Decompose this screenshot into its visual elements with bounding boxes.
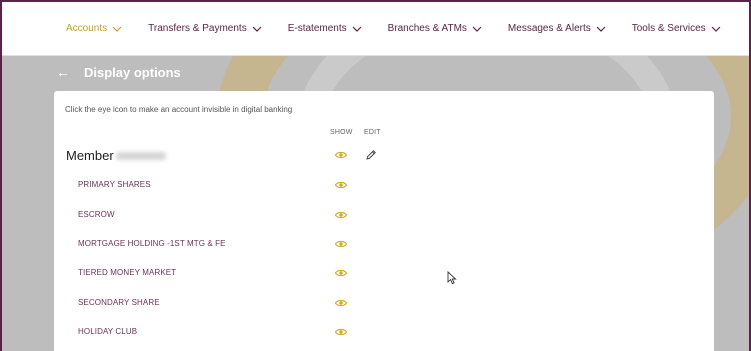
nav-estatements-label: E-statements bbox=[287, 23, 347, 34]
nav-messages-alerts[interactable]: Messages & Alerts bbox=[508, 23, 606, 34]
nav-branches-atms[interactable]: Branches & ATMs bbox=[388, 23, 482, 34]
redacted-member-number bbox=[116, 152, 166, 160]
pencil-icon[interactable] bbox=[365, 149, 377, 161]
account-name: ESCROW bbox=[78, 210, 115, 219]
show-column-header: SHOW bbox=[330, 129, 353, 136]
eye-icon[interactable] bbox=[334, 178, 348, 192]
mouse-cursor-icon bbox=[447, 271, 457, 285]
eye-icon[interactable] bbox=[334, 148, 348, 162]
nav-transfers-payments[interactable]: Transfers & Payments bbox=[148, 23, 262, 34]
nav-transfers-payments-label: Transfers & Payments bbox=[148, 23, 247, 34]
edit-column-header: EDIT bbox=[364, 129, 381, 136]
account-row-tiered-money-market: TIERED MONEY MARKET bbox=[54, 266, 714, 282]
back-arrow-icon[interactable]: ← bbox=[56, 64, 70, 80]
account-row-primary-shares: PRIMARY SHARES bbox=[54, 178, 714, 194]
top-navigation: Accounts Transfers & Payments E-statemen… bbox=[2, 2, 749, 56]
chevron-down-icon bbox=[472, 26, 482, 32]
account-name: HOLIDAY CLUB bbox=[78, 327, 138, 336]
nav-branches-atms-label: Branches & ATMs bbox=[387, 23, 467, 34]
chevron-down-icon bbox=[252, 26, 262, 32]
account-row-escrow: ESCROW bbox=[54, 208, 714, 224]
eye-icon[interactable] bbox=[334, 325, 348, 339]
nav-accounts[interactable]: Accounts bbox=[66, 23, 122, 34]
eye-icon[interactable] bbox=[334, 237, 348, 251]
account-name: SECONDARY SHARE bbox=[78, 298, 160, 307]
nav-tools-services[interactable]: Tools & Services bbox=[632, 23, 721, 34]
instructions-text: Click the eye icon to make an account in… bbox=[65, 105, 293, 114]
chevron-down-icon bbox=[711, 26, 721, 32]
page-title: Display options bbox=[84, 64, 181, 80]
account-row-mortgage-holding: MORTGAGE HOLDING -1ST MTG & FE bbox=[54, 237, 714, 253]
account-row-secondary-share: SECONDARY SHARE bbox=[54, 296, 714, 312]
chevron-down-icon bbox=[112, 26, 122, 32]
app-frame: Accounts Transfers & Payments E-statemen… bbox=[0, 0, 751, 351]
eye-icon[interactable] bbox=[334, 296, 348, 310]
eye-icon[interactable] bbox=[334, 266, 348, 280]
page-header: ← Display options bbox=[56, 64, 181, 80]
nav-estatements[interactable]: E-statements bbox=[288, 23, 362, 34]
member-heading: Member bbox=[66, 148, 114, 163]
account-row-holiday-club: HOLIDAY CLUB bbox=[54, 325, 714, 341]
chevron-down-icon bbox=[596, 26, 606, 32]
chevron-down-icon bbox=[352, 26, 362, 32]
display-options-card: Click the eye icon to make an account in… bbox=[54, 91, 714, 351]
account-name: PRIMARY SHARES bbox=[78, 180, 151, 189]
account-name: MORTGAGE HOLDING -1ST MTG & FE bbox=[78, 239, 226, 248]
eye-icon[interactable] bbox=[334, 208, 348, 222]
nav-messages-alerts-label: Messages & Alerts bbox=[507, 23, 591, 34]
nav-tools-services-label: Tools & Services bbox=[631, 23, 706, 34]
account-name: TIERED MONEY MARKET bbox=[78, 268, 177, 277]
nav-accounts-label: Accounts bbox=[66, 23, 108, 34]
